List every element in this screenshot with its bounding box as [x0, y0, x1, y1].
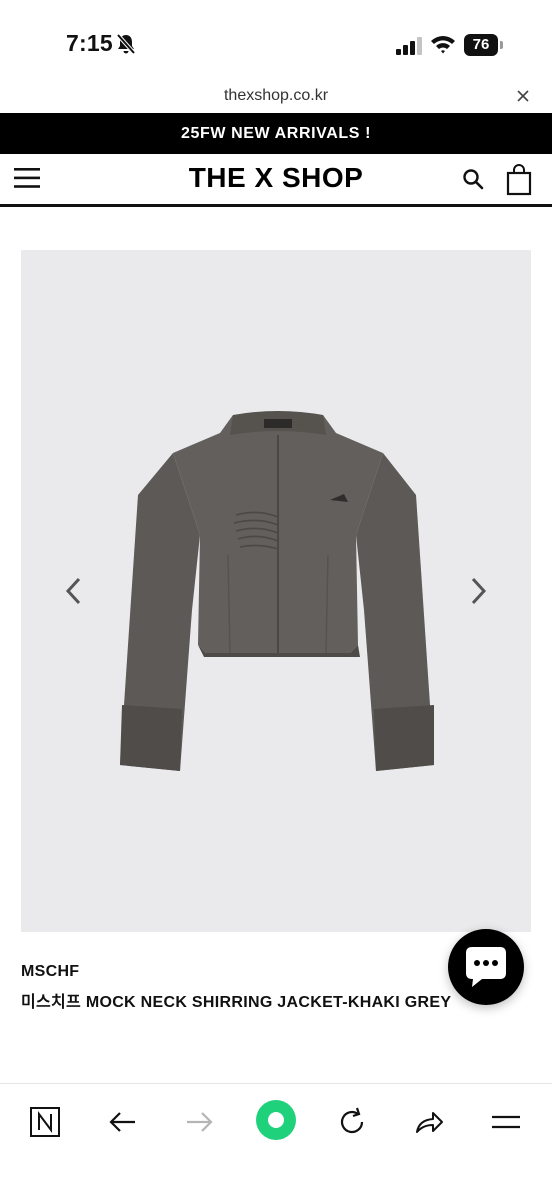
- browser-toolbar: [0, 1083, 552, 1201]
- back-arrow-icon[interactable]: [103, 1102, 143, 1142]
- chat-bubble-icon: [466, 947, 506, 987]
- jacket-product-image: [120, 411, 434, 771]
- close-icon[interactable]: [516, 89, 530, 103]
- promo-banner[interactable]: 25FW NEW ARRIVALS !: [0, 113, 552, 154]
- chevron-left-icon[interactable]: [63, 576, 85, 606]
- menu-lines-icon[interactable]: [486, 1102, 526, 1142]
- menu-icon[interactable]: [14, 168, 40, 188]
- status-bar: 7:15 76: [0, 0, 552, 84]
- url-text[interactable]: thexshop.co.kr: [0, 87, 552, 105]
- chevron-right-icon[interactable]: [467, 576, 489, 606]
- battery-icon: 76: [464, 34, 498, 56]
- naver-n-icon[interactable]: [25, 1102, 65, 1142]
- shopping-bag-icon[interactable]: [506, 164, 532, 196]
- bell-off-icon: [116, 33, 136, 55]
- product-image-gallery[interactable]: [21, 250, 531, 932]
- forward-arrow-icon[interactable]: [179, 1102, 219, 1142]
- share-icon[interactable]: [409, 1102, 449, 1142]
- site-header: THE X SHOP: [0, 154, 552, 207]
- search-icon[interactable]: [462, 168, 484, 190]
- green-home-icon[interactable]: [254, 1098, 298, 1142]
- status-time: 7:15: [66, 30, 113, 56]
- product-title[interactable]: 미스치프 MOCK NECK SHIRRING JACKET-KHAKI GRE…: [21, 988, 451, 1012]
- browser-url-bar[interactable]: thexshop.co.kr: [0, 84, 552, 112]
- reload-icon[interactable]: [332, 1102, 372, 1142]
- wifi-icon: [431, 36, 455, 54]
- battery-tip: [500, 41, 503, 49]
- signal-icon: [396, 37, 422, 55]
- product-brand[interactable]: MSCHF: [21, 963, 79, 981]
- chat-button[interactable]: [448, 929, 524, 1005]
